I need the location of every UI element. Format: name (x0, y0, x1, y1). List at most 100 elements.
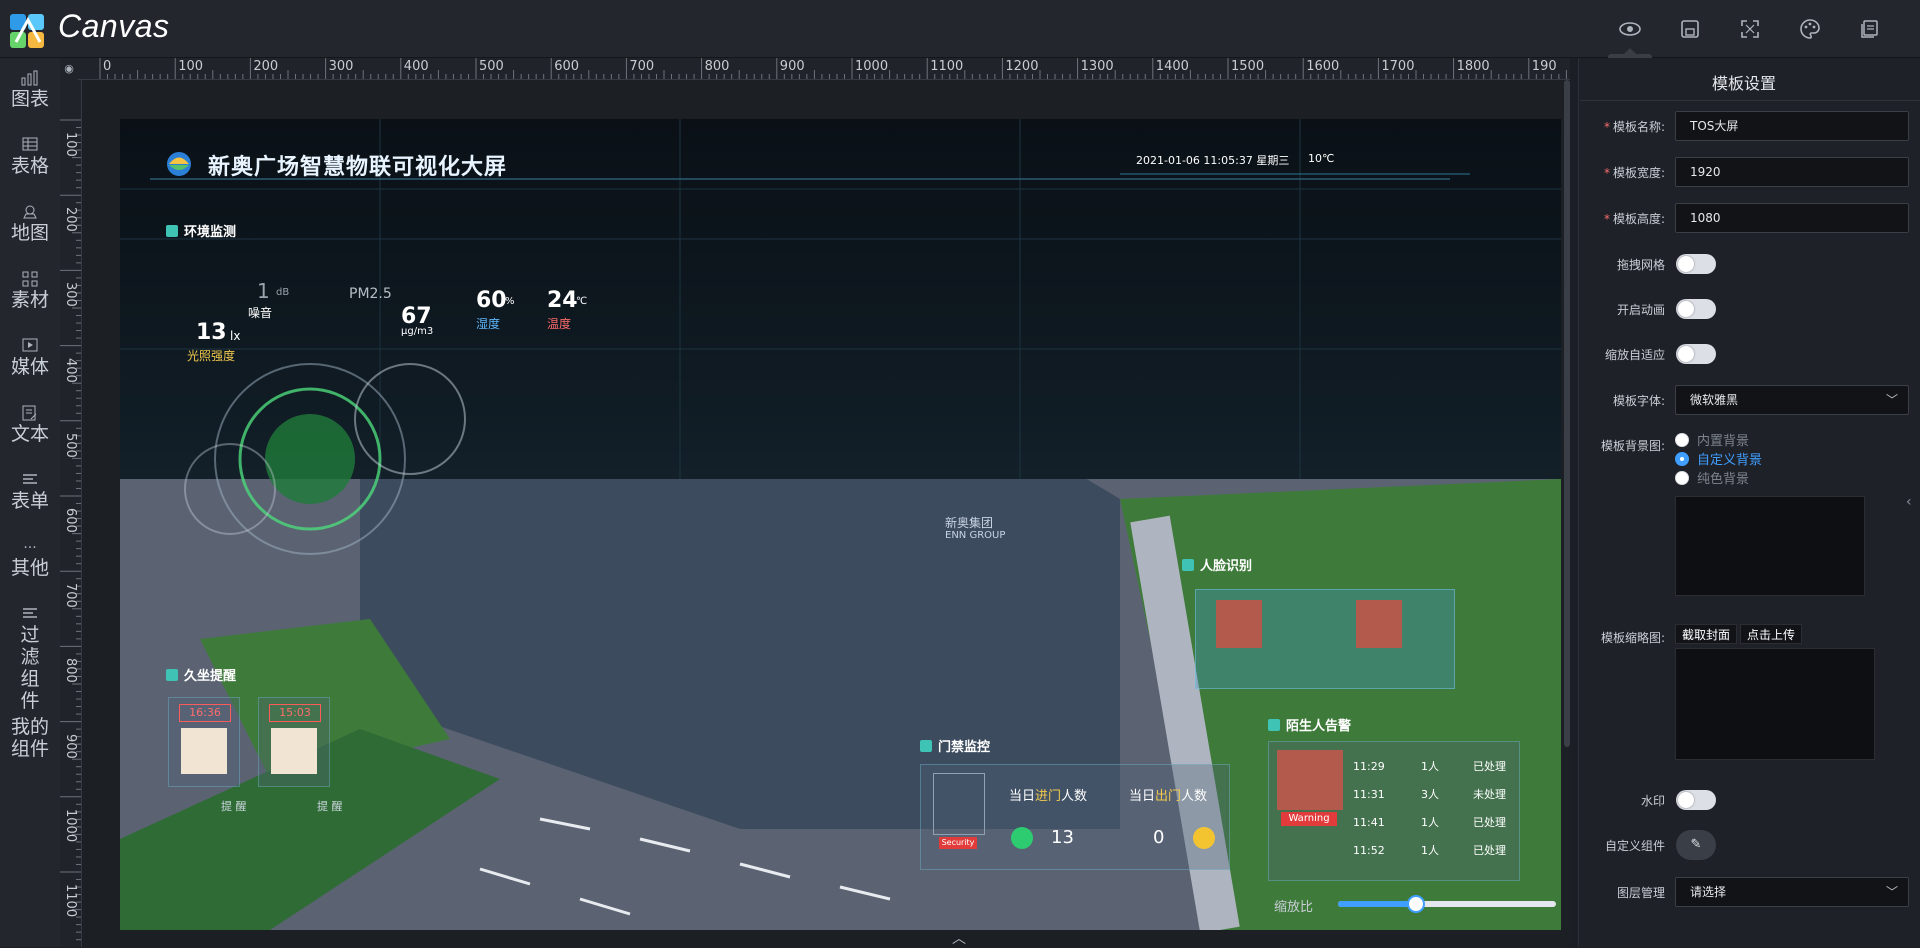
ruler-eye-icon[interactable]: ◉ (60, 58, 78, 80)
ruler-tick-label: 700 (63, 583, 78, 609)
component-sidebar: 图表 表格 地图 素材 媒体 文本 表单 ··· 其他 过滤组件 我的组件 (0, 58, 60, 947)
ruler-tick-label: 900 (779, 59, 805, 74)
ruler-tick-label: 500 (479, 59, 504, 74)
ruler-tick-label: 100 (63, 132, 78, 157)
settings-title: 模板设置 (1712, 74, 1777, 93)
ruler-tick-label: 600 (554, 59, 580, 74)
layer-manage-select[interactable]: 请选择 ﹀ (1675, 877, 1909, 907)
nav-label: 表格 (10, 155, 49, 177)
ruler-tick-label: 100 (178, 59, 204, 74)
sit-card-2: 15:03 (258, 697, 330, 787)
face-recognition-section-title: 人脸识别 (1182, 555, 1252, 574)
layers-icon[interactable] (1857, 16, 1883, 42)
eye-icon[interactable] (1617, 16, 1643, 42)
grid-icon (0, 271, 60, 289)
nav-item-map[interactable]: 地图 (0, 204, 60, 244)
sit-remind-button[interactable]: 提 醒 (317, 798, 343, 814)
nav-item-filter[interactable]: 过滤组件 (0, 606, 60, 712)
form-icon (0, 472, 60, 490)
nav-item-table[interactable]: 表格 (0, 137, 60, 177)
stranger-row: 11:29 1人 已处理 (1353, 760, 1506, 773)
custom-component-label: 自定义组件 (1604, 839, 1665, 853)
chevron-down-icon: ﹀ (1885, 393, 1898, 407)
bg-radio-custom[interactable]: 自定义背景 (1675, 449, 1762, 468)
pm25-unit: μg/m3 (401, 326, 434, 337)
scale-fit-label: 缩放自适应 (1604, 348, 1665, 362)
template-font-select[interactable]: 微软雅黑 ﹀ (1675, 385, 1909, 415)
exit-count-label: 当日出门人数 (1129, 789, 1208, 804)
template-height-input[interactable]: 1080 (1675, 203, 1909, 233)
sit-reminder-section-title: 久坐提醒 (166, 665, 236, 684)
noise-value: 1 (257, 279, 270, 303)
filter-icon (0, 606, 60, 624)
nav-item-other[interactable]: ··· 其他 (0, 539, 60, 579)
ruler-tick-label: 500 (63, 432, 78, 458)
ruler-tick-label: 400 (403, 59, 429, 74)
drag-grid-switch[interactable] (1676, 254, 1716, 274)
ruler-tick-label: 800 (63, 658, 78, 684)
nav-label: 文本 (10, 423, 49, 445)
ruler-vertical: 100 200 300 400 500 600 700 800 900 1000 1100 (60, 80, 82, 947)
nav-label: 地图 (10, 222, 49, 244)
zoom-slider[interactable] (1338, 895, 1556, 913)
fullscreen-icon[interactable] (1737, 16, 1763, 42)
upload-thumbnail-button[interactable]: 点击上传 (1740, 624, 1803, 644)
ruler-tick-label: 600 (63, 508, 78, 533)
exit-count-value: 0 (1153, 827, 1165, 848)
nav-item-media[interactable]: 媒体 (0, 338, 60, 378)
thumbnail-preview (1675, 648, 1875, 760)
pm25-label: PM2.5 (349, 286, 392, 302)
nav-item-form[interactable]: 表单 (0, 472, 60, 512)
media-icon (0, 338, 60, 356)
humidity-unit: % (505, 296, 515, 307)
temperature-unit: ℃ (576, 296, 588, 307)
ruler-tick-label: 190 (1531, 59, 1557, 74)
chevron-left-icon[interactable]: ‹ (1906, 494, 1912, 510)
nav-item-chart[interactable]: 图表 (0, 70, 60, 110)
save-icon[interactable] (1677, 16, 1703, 42)
noise-label: 噪音 (248, 306, 273, 320)
ruler-tick-label: 1100 (930, 59, 964, 74)
brand-logo-icon (167, 152, 191, 176)
app-title: Canvas (58, 8, 170, 44)
template-name-input[interactable]: TOS大屏 (1675, 111, 1909, 141)
chart-icon (0, 70, 60, 88)
bg-image-preview[interactable] (1675, 496, 1865, 596)
stranger-row: 11:41 1人 已处理 (1353, 816, 1506, 829)
temperature-label: 温度 (547, 317, 572, 331)
building-logo-text: 新奥集团 (945, 516, 994, 530)
temperature-value: 24 (547, 288, 578, 313)
ruler-tick-label: 200 (253, 59, 279, 74)
palette-icon[interactable] (1797, 16, 1823, 42)
animation-switch[interactable] (1676, 299, 1716, 319)
watermark-switch[interactable] (1676, 790, 1716, 810)
watermark-label: 水印 (1640, 794, 1665, 808)
enter-count-label: 当日进门人数 (1009, 789, 1088, 804)
bg-radio-solid[interactable]: 纯色背景 (1675, 468, 1749, 487)
app-logo (8, 10, 48, 50)
nav-item-my-components[interactable]: 我的组件 (0, 716, 60, 760)
pencil-icon[interactable]: ✎ (1676, 830, 1716, 860)
template-width-input[interactable]: 1920 (1675, 157, 1909, 187)
ruler-tick-label: 1200 (1005, 59, 1039, 74)
ruler-tick-label: 300 (63, 282, 78, 308)
capture-cover-button[interactable]: 截取封面 (1675, 624, 1738, 644)
sit-remind-button[interactable]: 提 醒 (221, 798, 247, 814)
scale-fit-switch[interactable] (1676, 344, 1716, 364)
nav-item-material[interactable]: 素材 (0, 271, 60, 311)
enter-count-value: 13 (1051, 827, 1074, 848)
chevron-up-icon[interactable]: ︿ (952, 928, 966, 948)
building-logo-text-en: ENN GROUP (945, 530, 1006, 541)
more-icon: ··· (23, 540, 37, 556)
bg-radio-builtin[interactable]: 内置背景 (1675, 430, 1749, 449)
door-lock-icon (933, 773, 985, 835)
humidity-value: 60 (476, 288, 507, 313)
dashboard-canvas[interactable]: 新奥广场智慧物联可视化大屏 2021-01-06 11:05:37 星期三 10… (120, 119, 1561, 930)
nav-item-text[interactable]: 文本 (0, 405, 60, 445)
template-name-label: * 模板名称: (1603, 120, 1665, 134)
ruler-tick-label: 1000 (63, 808, 78, 842)
nav-label: 图表 (10, 88, 49, 110)
ruler-tick-label: 400 (63, 357, 78, 383)
stranger-row: 11:31 3人 未处理 (1353, 788, 1506, 801)
settings-divider (1580, 100, 1920, 101)
